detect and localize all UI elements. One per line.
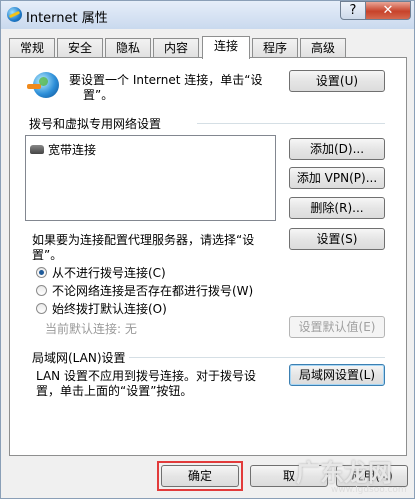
ok-highlight-box	[157, 461, 243, 491]
dialup-heading: 拨号和虚拟专用网络设置	[29, 117, 162, 131]
proxy-text-line2: 置”。	[32, 248, 63, 262]
lan-text-line2: 置，单击上面的“设置”按钮。	[36, 384, 193, 398]
add-vpn-button[interactable]: 添加 VPN(P)...	[289, 167, 385, 189]
current-default-label: 当前默认连接: 无	[45, 322, 137, 336]
help-button[interactable]: ?	[340, 1, 366, 20]
window-title: Internet 属性	[26, 11, 108, 26]
proxy-text-line1: 如果要为连接配置代理服务器，请选择“设	[32, 233, 255, 247]
globe-icon	[7, 7, 22, 22]
tab-general[interactable]: 常规	[9, 38, 55, 58]
connections-list[interactable]: 宽带连接	[25, 135, 276, 221]
radio-always-dial-default[interactable]	[36, 303, 47, 314]
radio-never-dial[interactable]	[36, 267, 47, 278]
radio-never-dial-label[interactable]: 从不进行拨号连接(C)	[52, 264, 166, 281]
lan-divider	[129, 357, 385, 358]
set-default-button[interactable]: 设置默认值(E)	[289, 316, 385, 338]
radio-dial-whenever[interactable]	[36, 285, 47, 296]
dialup-divider	[197, 123, 385, 124]
title-bar[interactable]: Internet 属性 ? ✕	[1, 1, 414, 29]
phone-icon	[30, 145, 44, 154]
radio-dial-whenever-label[interactable]: 不论网络连接是否存在都进行拨号(W)	[52, 282, 253, 299]
tab-security[interactable]: 安全	[57, 38, 103, 58]
watermark-url: www.lgdsoo.com	[331, 485, 407, 495]
add-button[interactable]: 添加(D)...	[289, 138, 385, 160]
settings-button[interactable]: 设置(S)	[289, 228, 385, 250]
lan-heading: 局域网(LAN)设置	[32, 351, 126, 365]
tab-advanced[interactable]: 高级	[300, 38, 346, 58]
delete-button[interactable]: 删除(R)...	[289, 197, 385, 219]
tab-connections[interactable]: 连接	[202, 36, 250, 59]
internet-properties-window: Internet 属性 ? ✕ 常规 安全 隐私 内容 连接 程序 高级 要设置…	[0, 0, 415, 499]
list-item[interactable]: 宽带连接	[26, 138, 266, 158]
close-button[interactable]: ✕	[365, 1, 411, 20]
tab-privacy[interactable]: 隐私	[105, 38, 151, 58]
lan-settings-button[interactable]: 局域网设置(L)	[289, 364, 385, 386]
tab-programs[interactable]: 程序	[252, 38, 298, 58]
watermark: 广东龙网	[296, 459, 392, 487]
list-item-label: 宽带连接	[48, 143, 97, 157]
setup-text-line2: 置”。	[83, 88, 114, 102]
network-globe-icon	[27, 72, 59, 98]
setup-button[interactable]: 设置(U)	[289, 70, 385, 92]
tab-content[interactable]: 内容	[153, 38, 199, 58]
radio-always-dial-default-label[interactable]: 始终拨打默认连接(O)	[52, 300, 167, 317]
